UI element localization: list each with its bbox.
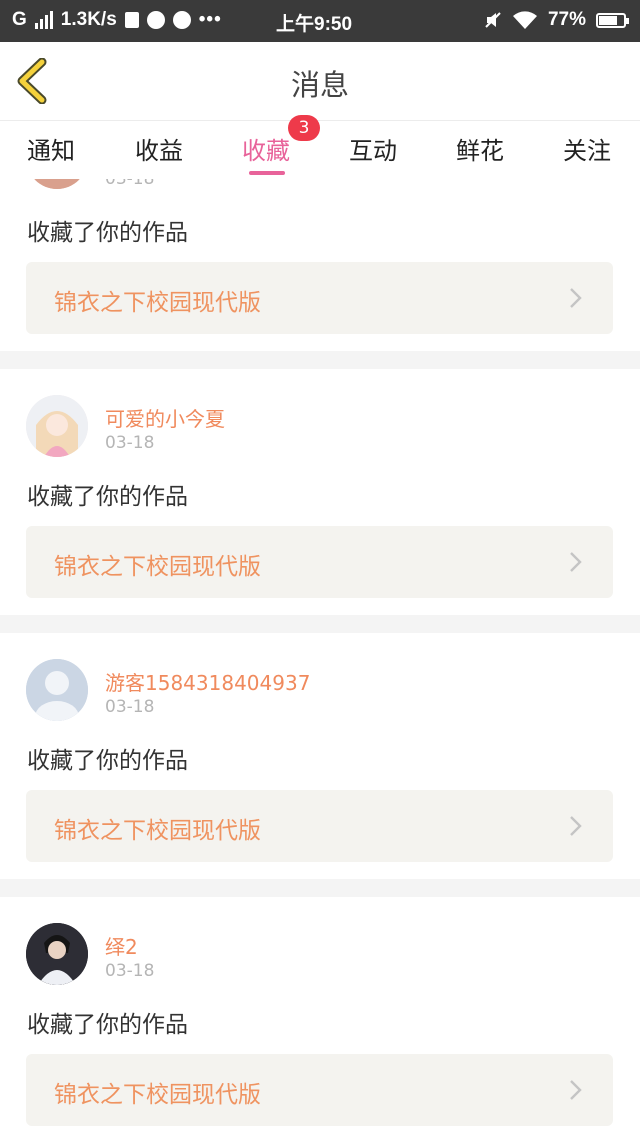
tab-flowers[interactable]: 鲜花	[456, 131, 504, 166]
tab-following[interactable]: 关注	[563, 131, 611, 166]
chevron-right-icon	[570, 552, 582, 572]
unread-badge: 3	[288, 115, 320, 141]
chevron-right-icon	[570, 1080, 582, 1100]
tab-label: 收藏	[242, 137, 290, 165]
item-date: 03-18	[105, 961, 155, 981]
tab-favorites[interactable]: 收藏 3	[242, 115, 320, 175]
work-title: 锦衣之下校园现代版	[54, 290, 261, 316]
nav-bar: 消息	[0, 42, 640, 121]
network-speed: 1.3K/s	[60, 9, 117, 30]
work-title: 锦衣之下校园现代版	[54, 554, 261, 580]
work-link[interactable]: 锦衣之下校园现代版	[26, 526, 613, 598]
mute-icon	[485, 12, 501, 28]
list-item: 03-18 收藏了你的作品 锦衣之下校园现代版	[0, 179, 640, 351]
item-action: 收藏了你的作品	[27, 220, 188, 246]
message-list[interactable]: 03-18 收藏了你的作品 锦衣之下校园现代版 可爱的小今夏 03-18 收藏了…	[0, 179, 640, 1138]
avatar[interactable]	[26, 659, 88, 721]
work-link[interactable]: 锦衣之下校园现代版	[26, 1054, 613, 1126]
work-title: 锦衣之下校园现代版	[54, 1082, 261, 1108]
tab-interactions[interactable]: 互动	[349, 131, 397, 166]
app-icon	[146, 11, 165, 29]
username[interactable]: 游客1584318404937	[105, 667, 310, 696]
item-date: 03-18	[105, 179, 155, 189]
username[interactable]: 绎2	[105, 931, 138, 960]
clock: 上午9:50	[276, 14, 353, 35]
tab-bar: 通知 收益 收藏 3 互动 鲜花 关注	[0, 115, 640, 179]
list-item: 绎2 03-18 收藏了你的作品 锦衣之下校园现代版	[0, 897, 640, 1138]
list-item: 游客1584318404937 03-18 收藏了你的作品 锦衣之下校园现代版	[0, 633, 640, 879]
avatar[interactable]	[26, 923, 88, 985]
tab-label: 关注	[563, 137, 611, 165]
avatar[interactable]	[26, 179, 88, 189]
work-link[interactable]: 锦衣之下校园现代版	[26, 790, 613, 862]
avatar[interactable]	[26, 395, 88, 457]
tab-label: 互动	[349, 137, 397, 165]
tab-earnings[interactable]: 收益	[135, 131, 183, 166]
battery-icon	[596, 12, 629, 28]
tab-notifications[interactable]: 通知	[27, 131, 75, 166]
chevron-right-icon	[570, 816, 582, 836]
tab-label: 通知	[27, 137, 75, 165]
active-tab-indicator	[249, 171, 285, 175]
signal-icon	[34, 11, 53, 29]
username[interactable]: 可爱的小今夏	[105, 403, 225, 432]
work-link[interactable]: 锦衣之下校园现代版	[26, 262, 613, 334]
tab-label: 收益	[135, 137, 183, 165]
item-action: 收藏了你的作品	[27, 484, 188, 510]
tab-label: 鲜花	[456, 137, 504, 165]
notification-icon	[124, 12, 139, 28]
status-bar: G 1.3K/s ••• 上午9:50 77%	[0, 0, 640, 42]
page-title: 消息	[290, 68, 349, 102]
network-type: G	[12, 9, 27, 30]
list-item: 可爱的小今夏 03-18 收藏了你的作品 锦衣之下校园现代版	[0, 369, 640, 615]
globe-icon	[172, 11, 191, 29]
chevron-right-icon	[570, 288, 582, 308]
more-notifications-icon: •••	[198, 9, 222, 30]
battery-percent: 77%	[547, 9, 586, 30]
item-date: 03-18	[105, 697, 155, 717]
work-title: 锦衣之下校园现代版	[54, 818, 261, 844]
item-action: 收藏了你的作品	[27, 1012, 188, 1038]
item-date: 03-18	[105, 433, 155, 453]
wifi-icon	[512, 11, 537, 29]
item-action: 收藏了你的作品	[27, 748, 188, 774]
